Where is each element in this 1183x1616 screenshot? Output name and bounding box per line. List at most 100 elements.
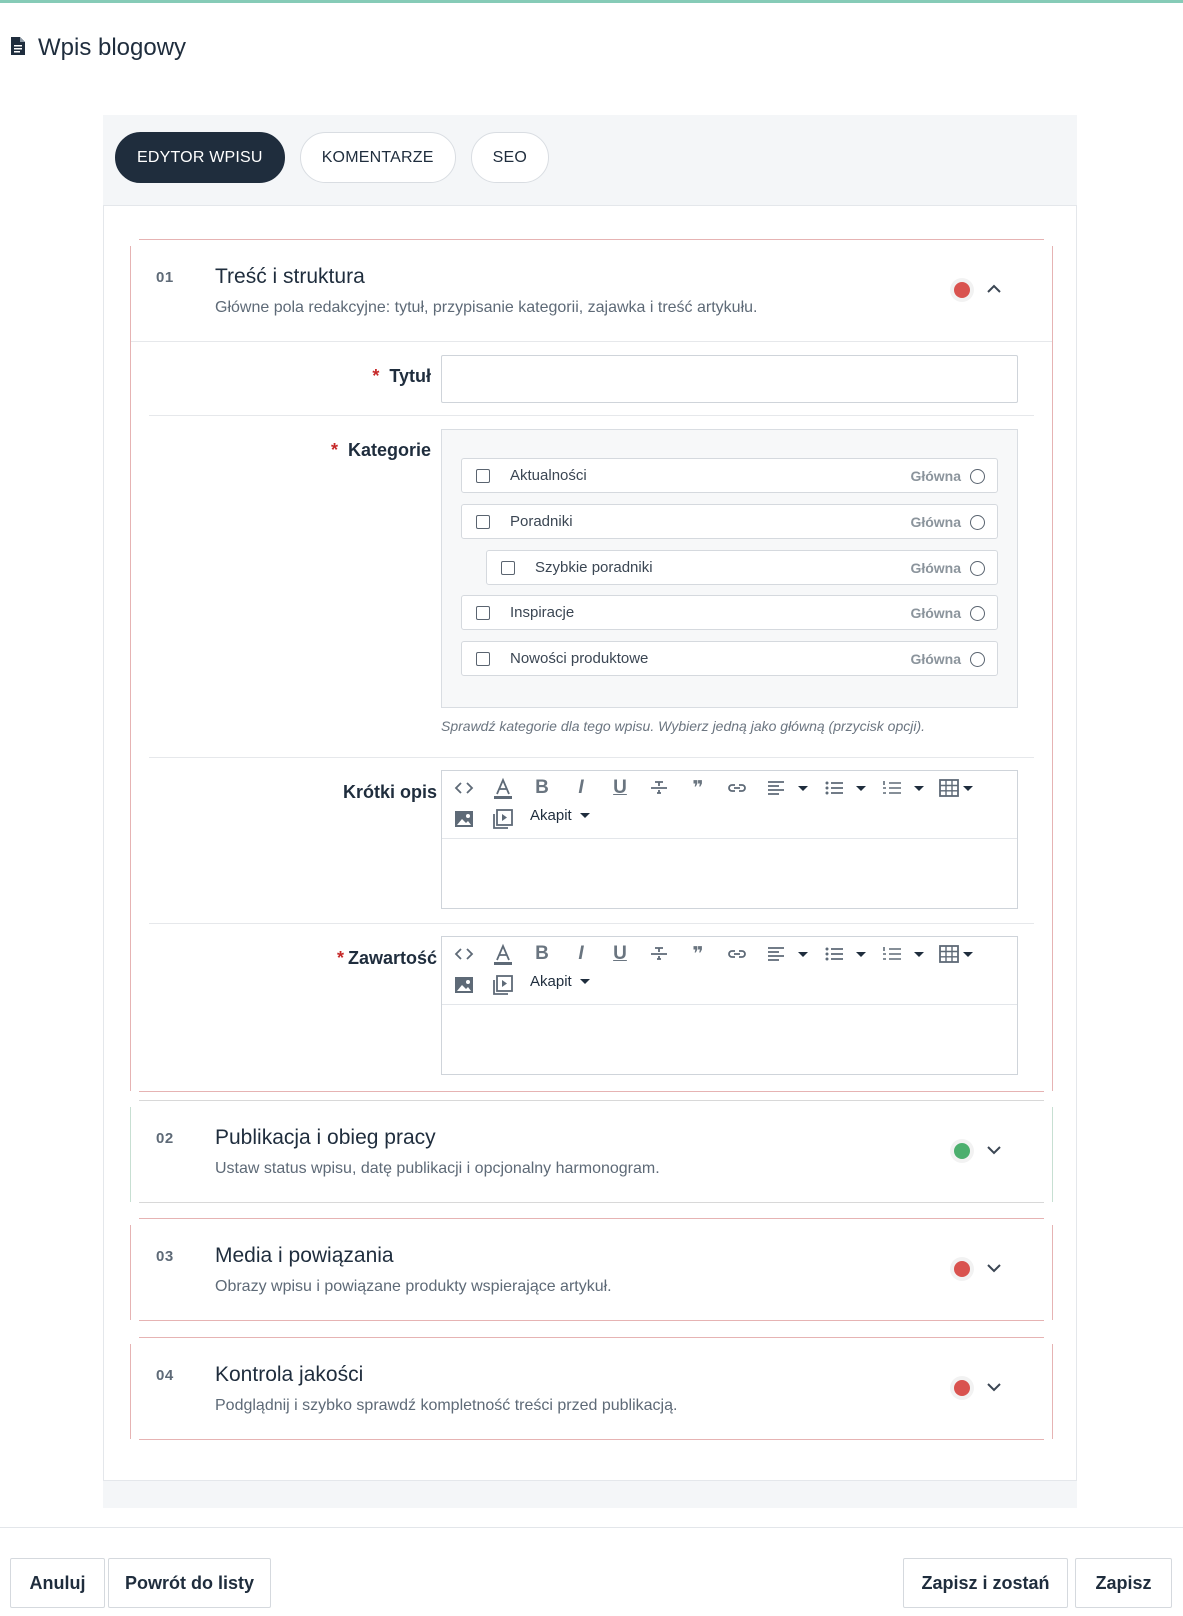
category-item[interactable]: Inspiracje Główna	[461, 595, 998, 630]
underline-icon[interactable]: U	[608, 776, 632, 800]
image-icon[interactable]	[452, 973, 476, 997]
numbered-list-icon[interactable]	[880, 942, 904, 966]
link-icon[interactable]	[725, 776, 749, 800]
strikethrough-icon[interactable]	[647, 776, 671, 800]
video-icon[interactable]	[491, 973, 515, 997]
section-title: Kontrola jakości	[215, 1363, 364, 1386]
dropdown-caret-icon[interactable]	[856, 786, 866, 791]
main-category-label: Główna	[910, 560, 961, 576]
italic-icon[interactable]: I	[569, 942, 593, 966]
editor-panel: EDYTOR WPISU KOMENTARZE SEO 01 Treść i s…	[103, 115, 1077, 1508]
dropdown-caret-icon[interactable]	[914, 786, 924, 791]
table-icon[interactable]	[937, 942, 961, 966]
save-button[interactable]: Zapisz	[1075, 1558, 1172, 1608]
tab-post-editor[interactable]: EDYTOR WPISU	[115, 132, 285, 183]
section-header[interactable]: 03 Media i powiązania Obrazy wpisu i pow…	[131, 1225, 1052, 1320]
bold-icon[interactable]: B	[530, 942, 554, 966]
content-textarea[interactable]	[442, 1005, 1017, 1073]
blockquote-icon[interactable]: ❞	[686, 942, 710, 966]
category-checkbox[interactable]	[476, 606, 490, 620]
section-header[interactable]: 01 Treść i struktura Główne pola redakcy…	[131, 246, 1052, 341]
bullet-list-icon[interactable]	[822, 942, 846, 966]
section-description: Ustaw status wpisu, datę publikacji i op…	[215, 1160, 660, 1177]
back-to-list-button[interactable]: Powrót do listy	[108, 1558, 271, 1608]
short-description-textarea[interactable]	[442, 839, 1017, 907]
paragraph-format-dropdown[interactable]: Akapit	[530, 807, 590, 824]
category-item[interactable]: Nowości produktowe Główna	[461, 641, 998, 676]
section-header[interactable]: 02 Publikacja i obieg pracy Ustaw status…	[131, 1107, 1052, 1202]
save-and-stay-button[interactable]: Zapisz i zostań	[903, 1558, 1068, 1608]
title-input[interactable]	[441, 355, 1018, 403]
paragraph-format-dropdown[interactable]: Akapit	[530, 973, 590, 990]
main-category-label: Główna	[910, 651, 961, 667]
strikethrough-icon[interactable]	[647, 942, 671, 966]
section-quality-control: 04 Kontrola jakości Podglądnij i szybko …	[130, 1337, 1053, 1440]
status-dot	[954, 1143, 970, 1159]
categories-list: Aktualności Główna Poradniki Główna Szyb…	[441, 429, 1018, 708]
short-description-row: Krótki opis B I U ❞ Akapit	[149, 758, 1034, 924]
code-view-icon[interactable]	[452, 776, 476, 800]
link-icon[interactable]	[725, 942, 749, 966]
category-item[interactable]: Poradniki Główna	[461, 504, 998, 539]
chevron-down-icon[interactable]	[983, 1257, 1005, 1279]
category-checkbox[interactable]	[476, 469, 490, 483]
main-category-radio[interactable]	[970, 561, 985, 576]
dropdown-caret-icon[interactable]	[914, 952, 924, 957]
main-category-label: Główna	[910, 468, 961, 484]
chevron-up-icon[interactable]	[983, 278, 1005, 300]
bold-icon[interactable]: B	[530, 776, 554, 800]
dropdown-caret-icon[interactable]	[856, 952, 866, 957]
top-accent-line	[0, 0, 1183, 3]
short-description-label: Krótki opis	[342, 782, 437, 802]
chevron-down-icon[interactable]	[983, 1376, 1005, 1398]
category-checkbox[interactable]	[501, 561, 515, 575]
required-mark: *	[372, 366, 380, 386]
code-view-icon[interactable]	[452, 942, 476, 966]
font-color-icon[interactable]	[491, 776, 515, 800]
section-title: Publikacja i obieg pracy	[215, 1126, 436, 1149]
status-dot	[954, 1380, 970, 1396]
align-left-icon[interactable]	[764, 776, 788, 800]
document-icon	[10, 36, 26, 60]
main-category-radio[interactable]	[970, 515, 985, 530]
section-number: 04	[156, 1367, 174, 1384]
category-checkbox[interactable]	[476, 515, 490, 529]
category-item[interactable]: Aktualności Główna	[461, 458, 998, 493]
section-header[interactable]: 04 Kontrola jakości Podglądnij i szybko …	[131, 1344, 1052, 1439]
numbered-list-icon[interactable]	[880, 776, 904, 800]
table-icon[interactable]	[937, 776, 961, 800]
dropdown-caret-icon[interactable]	[798, 952, 808, 957]
tab-comments[interactable]: KOMENTARZE	[299, 132, 456, 183]
dropdown-caret-icon	[579, 813, 590, 818]
section-description: Obrazy wpisu i powiązane produkty wspier…	[215, 1278, 612, 1295]
image-icon[interactable]	[452, 807, 476, 831]
bullet-list-icon[interactable]	[822, 776, 846, 800]
category-label: Aktualności	[510, 467, 587, 484]
category-label: Inspiracje	[510, 604, 575, 621]
category-item-child[interactable]: Szybkie poradniki Główna	[486, 550, 998, 585]
content-label: * Zawartość	[336, 948, 437, 968]
category-checkbox[interactable]	[476, 652, 490, 666]
section-number: 03	[156, 1248, 174, 1265]
italic-icon[interactable]: I	[569, 776, 593, 800]
dropdown-caret-icon[interactable]	[963, 952, 973, 957]
editor-toolbar: B I U ❞ Akapit	[442, 937, 1017, 1005]
chevron-down-icon[interactable]	[983, 1139, 1005, 1161]
main-category-radio[interactable]	[970, 469, 985, 484]
align-left-icon[interactable]	[764, 942, 788, 966]
blockquote-icon[interactable]: ❞	[686, 776, 710, 800]
dropdown-caret-icon[interactable]	[963, 786, 973, 791]
main-category-radio[interactable]	[970, 652, 985, 667]
short-description-editor: B I U ❞ Akapit	[441, 770, 1018, 909]
underline-icon[interactable]: U	[608, 942, 632, 966]
video-icon[interactable]	[491, 807, 515, 831]
dropdown-caret-icon[interactable]	[798, 786, 808, 791]
font-color-icon[interactable]	[491, 942, 515, 966]
required-mark: *	[330, 440, 338, 460]
section-description: Główne pola redakcyjne: tytuł, przypisan…	[215, 299, 758, 316]
main-category-radio[interactable]	[970, 606, 985, 621]
tab-seo[interactable]: SEO	[470, 132, 550, 183]
dropdown-caret-icon	[579, 979, 590, 984]
cancel-button[interactable]: Anuluj	[10, 1558, 105, 1608]
section-title: Media i powiązania	[215, 1244, 394, 1267]
